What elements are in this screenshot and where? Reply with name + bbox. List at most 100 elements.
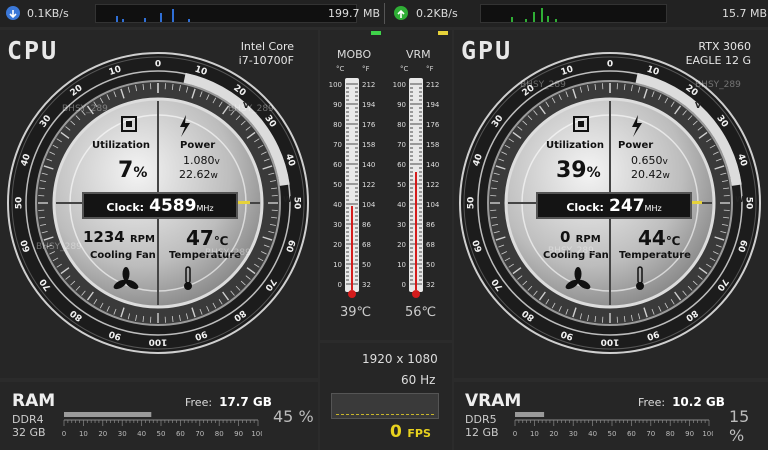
usage-scale-label: 70 bbox=[646, 430, 655, 438]
gpu-power-voltage: 0.650v bbox=[631, 154, 668, 167]
thermo-tick-f: 158 bbox=[426, 141, 439, 149]
vrm-temp-readout: 56℃ bbox=[405, 305, 437, 320]
thermo-tick-c: 60 bbox=[333, 161, 342, 169]
usage-scale-label: 100 bbox=[251, 430, 262, 438]
download-rate: 0.1KB/s bbox=[27, 7, 69, 20]
thermo-tick-c: 100 bbox=[393, 81, 406, 89]
unit-c-label: °C bbox=[400, 65, 409, 73]
cpu-util-value: 7% bbox=[118, 158, 148, 183]
usage-scale-label: 20 bbox=[98, 430, 107, 438]
gpu-util-label: Utilization bbox=[546, 140, 604, 151]
cpu-watermark-right: BHSY_289 bbox=[228, 104, 274, 114]
thermo-tick-f: 50 bbox=[362, 261, 371, 269]
thermo-tick-c: 70 bbox=[397, 141, 406, 149]
status-led-green bbox=[371, 31, 381, 35]
vram-title: VRAM bbox=[465, 391, 522, 411]
vrm-thermometer: °C °F 100 90 80 70 60 50 40 30 20 10 0 212 194 176 158 14… bbox=[386, 62, 448, 307]
thermo-tick-f: 212 bbox=[426, 81, 439, 89]
ram-type: DDR4 bbox=[12, 413, 44, 426]
cpu-power-label: Power bbox=[180, 140, 216, 151]
upload-rate: 0.2KB/s bbox=[416, 7, 458, 20]
mobo-label: MOBO bbox=[337, 48, 372, 61]
cpu-fan-label: Cooling Fan bbox=[90, 250, 156, 261]
usage-scale-label: 10 bbox=[79, 430, 88, 438]
gauge-scale-label: 50 bbox=[467, 197, 477, 210]
usage-fill bbox=[64, 412, 152, 417]
usage-fill bbox=[515, 412, 545, 417]
gauge-scale-label: 0 bbox=[155, 60, 161, 70]
usage-scale-label: 20 bbox=[549, 430, 558, 438]
ram-percent: 45 % bbox=[273, 407, 314, 426]
gpu-power-label: Power bbox=[618, 140, 654, 151]
download-total: 199.7 MB bbox=[328, 7, 381, 20]
upload-total: 15.7 MB bbox=[722, 7, 768, 20]
gauge-scale-label: 50 bbox=[292, 197, 302, 210]
thermo-tick-c: 30 bbox=[397, 221, 406, 229]
thermo-tick-f: 140 bbox=[426, 161, 439, 169]
thermo-tick-c: 40 bbox=[333, 201, 342, 209]
thermo-tick-c: 0 bbox=[402, 281, 406, 289]
usage-scale-label: 50 bbox=[157, 430, 166, 438]
unit-f-label: °F bbox=[426, 65, 434, 73]
thermo-tick-f: 176 bbox=[362, 121, 376, 129]
thermo-tick-f: 104 bbox=[426, 201, 440, 209]
thermo-tick-f: 176 bbox=[426, 121, 440, 129]
usage-scale-label: 40 bbox=[588, 430, 597, 438]
usage-scale-label: 10 bbox=[530, 430, 539, 438]
refresh-text: 60 Hz bbox=[401, 373, 436, 387]
thermo-tick-f: 212 bbox=[362, 81, 375, 89]
usage-scale-label: 90 bbox=[685, 430, 694, 438]
thermo-tick-c: 80 bbox=[397, 121, 406, 129]
usage-scale-label: 90 bbox=[234, 430, 243, 438]
thermo-tick-c: 10 bbox=[397, 261, 406, 269]
usage-scale-label: 30 bbox=[118, 430, 127, 438]
gpu-clock-box: Clock: 247MHz bbox=[536, 192, 692, 219]
cpu-watermark-top: BHSY_289 bbox=[62, 104, 108, 114]
gauge-scale-label: 50 bbox=[15, 197, 25, 210]
thermo-tick-f: 86 bbox=[362, 221, 371, 229]
usage-scale-label: 30 bbox=[569, 430, 578, 438]
cpu-power-voltage: 1.080v bbox=[183, 154, 220, 167]
thermo-tick-f: 86 bbox=[426, 221, 435, 229]
usage-scale-label: 70 bbox=[195, 430, 204, 438]
gpu-power-watts: 20.42w bbox=[631, 168, 670, 181]
thermo-tick-f: 68 bbox=[426, 241, 435, 249]
fps-graph bbox=[331, 393, 439, 419]
thermo-mercury bbox=[415, 172, 417, 290]
cpu-clock-box: Clock: 4589MHz bbox=[82, 192, 238, 219]
usage-scale-label: 60 bbox=[627, 430, 636, 438]
cpu-watermark-low: BHSY_289 bbox=[205, 248, 251, 258]
cpu-fan-value: 1234 RPM bbox=[83, 228, 155, 246]
usage-scale-label: 50 bbox=[608, 430, 617, 438]
gpu-temp-label: Temperature bbox=[619, 250, 691, 261]
arrow-down-circle-icon bbox=[6, 6, 20, 20]
resolution-text: 1920 x 1080 bbox=[362, 352, 438, 366]
thermo-tick-c: 70 bbox=[333, 141, 342, 149]
cpu-watermark-mid: BHSY_289 bbox=[36, 242, 82, 252]
gauge-scale-label: 0 bbox=[607, 60, 613, 70]
vram-free: Free: 10.2 GB bbox=[638, 395, 725, 409]
download-graph bbox=[95, 4, 357, 23]
thermo-tick-f: 194 bbox=[362, 101, 376, 109]
thermo-bulb bbox=[348, 290, 356, 298]
vram-type: DDR5 bbox=[465, 413, 497, 426]
usage-scale-label: 40 bbox=[137, 430, 146, 438]
usage-scale-label: 100 bbox=[702, 430, 713, 438]
vrm-label: VRM bbox=[406, 48, 431, 61]
thermo-tick-c: 50 bbox=[333, 181, 342, 189]
gauge-scale-label: 100 bbox=[149, 337, 168, 347]
fps-readout: 0 FPS bbox=[390, 422, 431, 442]
gpu-arc-letter-w: W bbox=[735, 195, 744, 204]
thermo-tick-c: 90 bbox=[333, 101, 342, 109]
thermo-tick-c: 90 bbox=[397, 101, 406, 109]
thermo-tick-f: 140 bbox=[362, 161, 375, 169]
cpu-arc-letter-w: W bbox=[283, 195, 292, 204]
unit-c-label: °C bbox=[336, 65, 345, 73]
thermo-tick-f: 104 bbox=[362, 201, 376, 209]
thermo-tick-f: 122 bbox=[362, 181, 375, 189]
gpu-arc-letter-v: V bbox=[695, 101, 702, 110]
vram-usage-bar: 0 10 20 30 40 50 60 70 80 90 100 bbox=[513, 412, 716, 442]
thermo-tick-f: 50 bbox=[426, 261, 435, 269]
cpu-power-watts: 22.62w bbox=[179, 168, 218, 181]
cpu-util-label: Utilization bbox=[92, 140, 150, 151]
